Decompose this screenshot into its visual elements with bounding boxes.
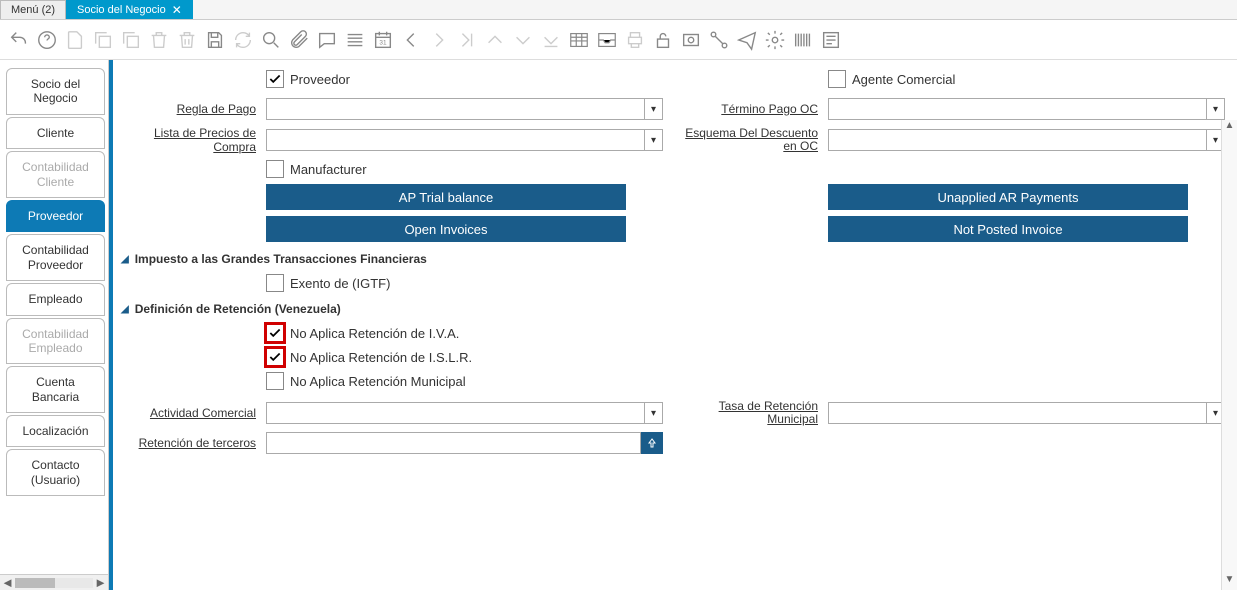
proveedor-checkbox[interactable] (266, 70, 284, 88)
no-aplica-iva-label: No Aplica Retención de I.V.A. (290, 326, 459, 341)
print-icon[interactable] (624, 29, 646, 51)
lock-icon[interactable] (652, 29, 674, 51)
toolbar: 31 (0, 20, 1237, 60)
proveedor-label: Proveedor (290, 72, 350, 87)
exento-igtf-label: Exento de (IGTF) (290, 276, 390, 291)
sidebar-item-contacto[interactable]: Contacto (Usuario) (6, 449, 105, 496)
sidebar-item-cont-empleado[interactable]: Contabilidad Empleado (6, 318, 105, 365)
section-retencion[interactable]: ◢ Definición de Retención (Venezuela) (121, 302, 1225, 316)
form-content: Proveedor Agente Comercial Regla de Pago… (113, 60, 1237, 590)
agente-comercial-label: Agente Comercial (852, 72, 955, 87)
refresh-icon[interactable] (232, 29, 254, 51)
sidebar-item-empleado[interactable]: Empleado (6, 283, 105, 315)
settings-icon[interactable] (764, 29, 786, 51)
sidebar-item-cont-proveedor[interactable]: Contabilidad Proveedor (6, 234, 105, 281)
window-tabs: Menú (2) Socio del Negocio ✕ (0, 0, 1237, 20)
retencion-terceros-action[interactable] (641, 432, 663, 454)
tab-menu[interactable]: Menú (2) (0, 0, 66, 19)
retencion-terceros-input[interactable] (266, 432, 641, 454)
esquema-descuento-oc-input[interactable] (828, 129, 1207, 151)
open-invoices-button[interactable]: Open Invoices (266, 216, 626, 242)
lista-precios-compra-label[interactable]: Lista de Precios de Compra (121, 126, 266, 154)
new-icon[interactable] (64, 29, 86, 51)
first-icon[interactable] (456, 29, 478, 51)
no-aplica-islr-label: No Aplica Retención de I.S.L.R. (290, 350, 472, 365)
termino-pago-oc-label[interactable]: Término Pago OC (683, 102, 828, 116)
ap-trial-balance-button[interactable]: AP Trial balance (266, 184, 626, 210)
help-icon[interactable] (36, 29, 58, 51)
regla-pago-drop[interactable]: ▾ (645, 98, 663, 120)
no-aplica-islr-checkbox[interactable] (266, 348, 284, 366)
calendar-icon[interactable]: 31 (372, 29, 394, 51)
grid-icon[interactable] (568, 29, 590, 51)
sidebar-item-cuenta-bancaria[interactable]: Cuenta Bancaria (6, 366, 105, 413)
content-vscrollbar[interactable]: ▲ ▼ (1221, 120, 1237, 590)
tab-socio-del-negocio[interactable]: Socio del Negocio ✕ (66, 0, 193, 19)
sidebar-item-proveedor[interactable]: Proveedor (6, 200, 105, 232)
sidebar-item-cliente[interactable]: Cliente (6, 117, 105, 149)
save-icon[interactable] (204, 29, 226, 51)
lista-precios-compra-input[interactable] (266, 129, 645, 151)
lista-precios-compra-drop[interactable]: ▾ (645, 129, 663, 151)
chat-icon[interactable] (316, 29, 338, 51)
termino-pago-oc-drop[interactable]: ▾ (1207, 98, 1225, 120)
delete-all-icon[interactable] (176, 29, 198, 51)
last-icon[interactable] (540, 29, 562, 51)
actividad-comercial-drop[interactable]: ▾ (645, 402, 663, 424)
copy2-icon[interactable] (120, 29, 142, 51)
attach-icon[interactable] (288, 29, 310, 51)
manufacturer-checkbox[interactable] (266, 160, 284, 178)
regla-pago-label[interactable]: Regla de Pago (121, 102, 266, 116)
retencion-terceros-label[interactable]: Retención de terceros (121, 436, 266, 450)
actividad-comercial-label[interactable]: Actividad Comercial (121, 406, 266, 420)
sidebar-item-cont-cliente[interactable]: Contabilidad Cliente (6, 151, 105, 198)
tasa-retencion-municipal-label[interactable]: Tasa de Retención Municipal (683, 400, 828, 426)
no-aplica-municipal-checkbox[interactable] (266, 372, 284, 390)
barcode-icon[interactable] (792, 29, 814, 51)
section-igtf[interactable]: ◢ Impuesto a las Grandes Transacciones F… (121, 252, 1225, 266)
termino-pago-oc-input[interactable] (828, 98, 1207, 120)
manufacturer-label: Manufacturer (290, 162, 367, 177)
inbox-icon[interactable] (596, 29, 618, 51)
delete-icon[interactable] (148, 29, 170, 51)
svg-text:31: 31 (379, 39, 387, 46)
not-posted-invoice-button[interactable]: Not Posted Invoice (828, 216, 1188, 242)
workflow-icon[interactable] (708, 29, 730, 51)
sidebar-item-localizacion[interactable]: Localización (6, 415, 105, 447)
copy-icon[interactable] (92, 29, 114, 51)
exento-igtf-checkbox[interactable] (266, 274, 284, 292)
report-icon[interactable] (820, 29, 842, 51)
prev-icon[interactable] (400, 29, 422, 51)
tasa-retencion-municipal-input[interactable] (828, 402, 1207, 424)
no-aplica-iva-checkbox[interactable] (266, 324, 284, 342)
next-icon[interactable] (428, 29, 450, 51)
close-tab-icon[interactable]: ✕ (172, 3, 182, 17)
esquema-descuento-oc-label[interactable]: Esquema Del Descuento en OC (683, 127, 828, 153)
up-icon[interactable] (484, 29, 506, 51)
down-icon[interactable] (512, 29, 534, 51)
search-icon[interactable] (260, 29, 282, 51)
agente-comercial-checkbox[interactable] (828, 70, 846, 88)
regla-pago-input[interactable] (266, 98, 645, 120)
section-toggle-icon[interactable]: ◢ (121, 304, 129, 315)
sidebar: Socio del Negocio Cliente Contabilidad C… (0, 60, 109, 590)
sidebar-hscrollbar[interactable]: ◄► (0, 574, 108, 590)
sidebar-item-socio[interactable]: Socio del Negocio (6, 68, 105, 115)
undo-icon[interactable] (8, 29, 30, 51)
frame-icon[interactable] (680, 29, 702, 51)
send-icon[interactable] (736, 29, 758, 51)
no-aplica-municipal-label: No Aplica Retención Municipal (290, 374, 466, 389)
section-toggle-icon[interactable]: ◢ (121, 254, 129, 265)
lines-icon[interactable] (344, 29, 366, 51)
unapplied-ar-payments-button[interactable]: Unapplied AR Payments (828, 184, 1188, 210)
actividad-comercial-input[interactable] (266, 402, 645, 424)
